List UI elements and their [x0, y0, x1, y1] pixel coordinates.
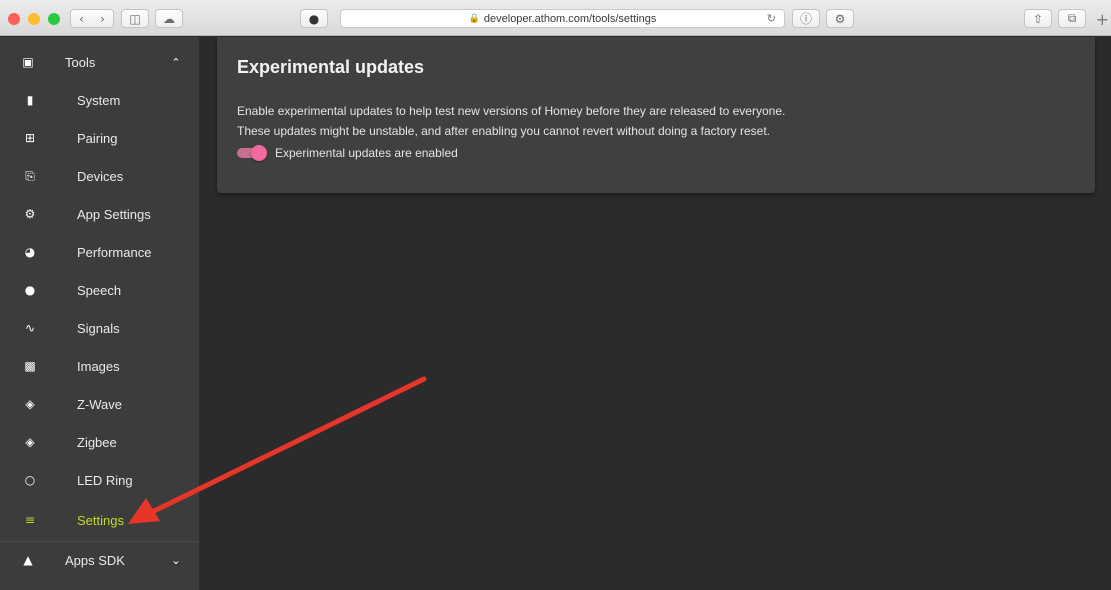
sidebar-item-label: Images	[77, 358, 120, 374]
card-description: Enable experimental updates to help test…	[237, 101, 1077, 141]
plug-icon: ⎘	[25, 168, 35, 183]
lock-icon: 🔒	[468, 13, 480, 23]
sidebar-item-label: Settings	[77, 512, 124, 528]
sidebar-item-pairing[interactable]: ⊞ Pairing	[0, 119, 199, 157]
sidebar-item-label: Speech	[77, 282, 122, 298]
plus-square-icon: ⊞	[24, 131, 36, 145]
chevron-down-icon[interactable]: ⌄	[170, 554, 182, 567]
toggle-label: Experimental updates are enabled	[275, 146, 458, 160]
main-content: Experimental updates Enable experimental…	[199, 37, 1111, 590]
sidebar-item-signals[interactable]: ∿ Signals	[0, 309, 199, 347]
experimental-updates-toggle-row[interactable]: Experimental updates are enabled	[237, 143, 458, 163]
shapes-icon: ▲	[23, 553, 33, 567]
sidebar-section-tools[interactable]: ▣ Tools ⌃	[0, 43, 199, 81]
url-text: developer.athom.com/tools/settings	[483, 12, 657, 25]
address-bar[interactable]: 🔒 developer.athom.com/tools/settings ↻	[340, 9, 785, 28]
back-forward-buttons[interactable]: ‹ ›	[70, 9, 114, 28]
extension-button[interactable]: ●	[300, 9, 328, 28]
description-line: Enable experimental updates to help test…	[237, 104, 786, 118]
sidebar-item-speech[interactable]: ● Speech	[0, 271, 199, 309]
gauge-icon: ◕	[24, 245, 36, 259]
share-icon: ⇧	[1032, 11, 1044, 26]
sidebar-section-label: Apps SDK	[65, 552, 125, 568]
reload-icon[interactable]: ↻	[767, 12, 776, 25]
sidebar-item-label: Pairing	[77, 130, 118, 146]
sidebar-section-label: Tools	[65, 54, 96, 70]
sidebar-item-label: Performance	[77, 244, 152, 260]
sidebar-item-label: System	[77, 92, 121, 108]
tabs-overview-button[interactable]: ⧉	[1058, 9, 1086, 28]
sidebar-item-z-wave[interactable]: ◈ Z-Wave	[0, 385, 199, 423]
images-icon: ▩	[24, 359, 36, 373]
sidebar-item-settings[interactable]: ≡ Settings	[0, 501, 199, 539]
settings-extension-button[interactable]: ⚙	[826, 9, 854, 28]
toggle-thumb[interactable]	[251, 145, 267, 161]
sidebar-section-apps-sdk[interactable]: ▲ Apps SDK ⌄	[0, 541, 199, 579]
experimental-updates-toggle[interactable]	[237, 145, 267, 161]
sidebar-item-zigbee[interactable]: ◈ Zigbee	[0, 423, 199, 461]
icloud-tabs-button[interactable]: ☁	[155, 9, 183, 28]
ring-icon: ○	[24, 473, 36, 487]
sidebar-item-label: LED Ring	[77, 472, 133, 488]
wifi-icon: ◈	[25, 397, 35, 411]
zoom-window-button[interactable]	[48, 13, 60, 25]
toolbox-icon: ▣	[22, 55, 34, 69]
sliders-icon: ≡	[24, 513, 36, 527]
sidebar-item-performance[interactable]: ◕ Performance	[0, 233, 199, 271]
sidebar-item-label: App Settings	[77, 206, 151, 222]
gear-icon: ⚙	[24, 207, 36, 221]
sidebar-item-images[interactable]: ▩ Images	[0, 347, 199, 385]
sidebar-item-label: Signals	[77, 320, 120, 336]
chip-icon: ▮	[26, 93, 34, 107]
experimental-updates-card: Experimental updates Enable experimental…	[217, 37, 1095, 193]
description-line: These updates might be unstable, and aft…	[237, 124, 770, 138]
info-button[interactable]: ⓘ	[792, 9, 820, 28]
speech-bubbles-icon: ●	[24, 283, 36, 297]
sidebar-toggle-button[interactable]: ◫	[121, 9, 149, 28]
info-icon: ⓘ	[799, 12, 812, 26]
minimize-window-button[interactable]	[28, 13, 40, 25]
gear-icon: ⚙	[834, 11, 846, 26]
sidebar-item-led-ring[interactable]: ○ LED Ring	[0, 461, 199, 499]
tabs-icon: ⧉	[1067, 11, 1077, 25]
card-title: Experimental updates	[237, 57, 425, 77]
wave-icon: ∿	[24, 321, 36, 335]
share-button[interactable]: ⇧	[1024, 9, 1052, 28]
sidebar-item-system[interactable]: ▮ System	[0, 81, 199, 119]
sidebar-item-label: Zigbee	[77, 434, 117, 450]
chevron-up-icon[interactable]: ⌃	[170, 56, 182, 69]
sidebar-item-devices[interactable]: ⎘ Devices	[0, 157, 199, 195]
wifi-icon: ◈	[25, 435, 35, 449]
back-icon[interactable]: ‹	[79, 12, 84, 26]
sidebar-item-label: Devices	[77, 168, 124, 184]
cloud-icon: ☁	[163, 11, 175, 26]
sidebar-item-label: Z-Wave	[77, 396, 123, 412]
elephant-icon: ●	[308, 11, 320, 26]
forward-icon[interactable]: ›	[100, 12, 105, 26]
browser-toolbar: ‹ › ◫ ☁ ● 🔒 developer.athom.com/tools/se…	[0, 0, 1111, 36]
close-window-button[interactable]	[8, 13, 20, 25]
new-tab-icon[interactable]: +	[1096, 12, 1109, 28]
sidebar-item-app-settings[interactable]: ⚙ App Settings	[0, 195, 199, 233]
sidebar: ▣ Tools ⌃ ▮ System ⊞ Pairing ⎘ Devices ⚙…	[0, 37, 199, 590]
sidebar-icon: ◫	[129, 11, 141, 26]
